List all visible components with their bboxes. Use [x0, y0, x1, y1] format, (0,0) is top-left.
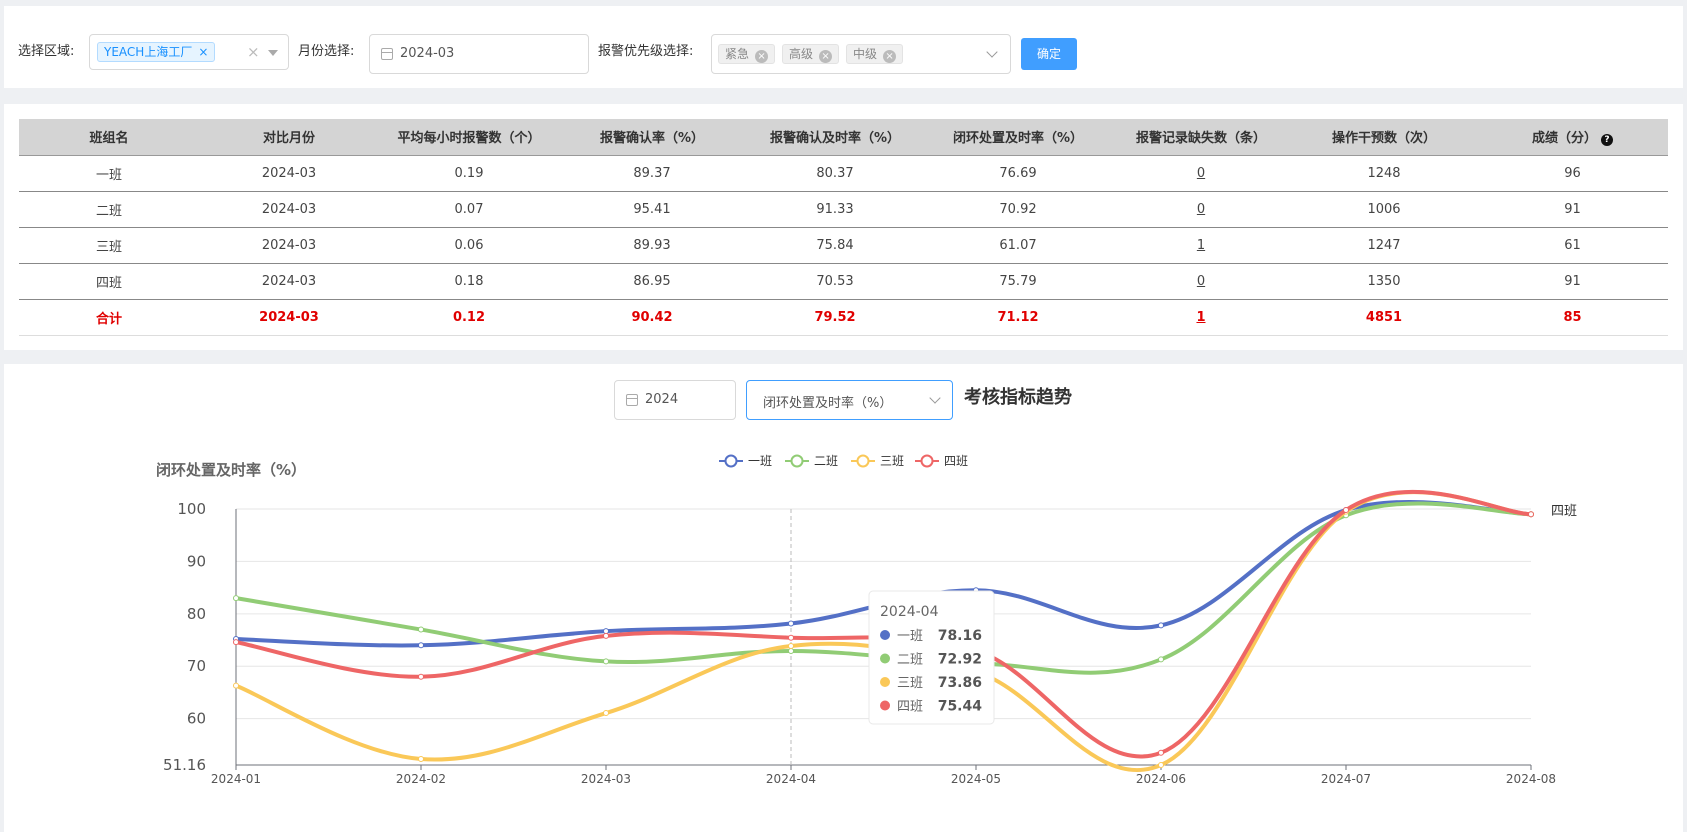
- legend-marker: [724, 454, 738, 468]
- x-tick-label: 2024-06: [1136, 772, 1186, 786]
- data-point[interactable]: [788, 620, 794, 627]
- data-point[interactable]: [788, 634, 794, 641]
- data-point[interactable]: [1528, 511, 1534, 518]
- y-tick-label: 90: [187, 552, 206, 570]
- legend-item[interactable]: 二班: [785, 454, 838, 468]
- legend-item[interactable]: 一班: [719, 454, 772, 468]
- x-tick-label: 2024-07: [1321, 772, 1371, 786]
- tooltip: 2024-04 一班 78.16 二班 72.92 三班 73.86 四班 75.44: [868, 590, 995, 725]
- data-point[interactable]: [418, 673, 424, 680]
- x-tick-label: 2024-03: [581, 772, 631, 786]
- y-tick-label: 70: [187, 657, 206, 675]
- data-point[interactable]: [418, 642, 424, 649]
- tooltip-value: 75.44: [938, 699, 983, 715]
- y-axis-label: 闭环处置及时率（%）: [156, 461, 306, 479]
- data-point[interactable]: [233, 682, 239, 689]
- tooltip-marker: [880, 700, 890, 711]
- data-point[interactable]: [603, 632, 609, 639]
- tooltip-marker: [880, 677, 890, 687]
- tooltip-value: 72.92: [938, 652, 982, 668]
- y-tick-label: 60: [187, 710, 206, 728]
- data-point[interactable]: [1343, 507, 1349, 514]
- legend-item[interactable]: 三班: [851, 454, 904, 468]
- data-point[interactable]: [1158, 622, 1164, 629]
- tooltip-series-name: 四班: [897, 700, 923, 715]
- tooltip-marker: [880, 630, 890, 640]
- x-tick-label: 2024-05: [951, 772, 1001, 786]
- x-tick-label: 2024-04: [766, 772, 816, 786]
- tooltip-series-name: 一班: [897, 629, 923, 644]
- legend-label: 四班: [944, 454, 968, 468]
- data-point[interactable]: [1158, 749, 1164, 756]
- legend-label: 二班: [814, 454, 838, 468]
- tooltip-value: 78.16: [938, 628, 982, 644]
- data-point[interactable]: [788, 647, 794, 654]
- trend-chart: 闭环处置及时率（%） 51.16 60 70 80 90 100 2024-01 2024-02…: [156, 454, 1577, 786]
- data-point[interactable]: [603, 658, 609, 665]
- x-tick-label: 2024-02: [396, 772, 446, 786]
- data-point[interactable]: [603, 710, 609, 717]
- data-point[interactable]: [1158, 762, 1164, 768]
- data-point[interactable]: [418, 626, 424, 633]
- data-point[interactable]: [233, 639, 239, 646]
- data-point[interactable]: [1158, 656, 1164, 663]
- tooltip-marker: [880, 653, 890, 664]
- legend-marker: [920, 454, 934, 468]
- x-tick-label: 2024-01: [211, 772, 261, 786]
- legend-label: 三班: [880, 454, 904, 468]
- y-tick-label: 100: [177, 500, 206, 518]
- legend-marker: [856, 454, 870, 468]
- legend-label: 一班: [748, 454, 772, 468]
- legend-marker: [790, 454, 804, 468]
- data-point[interactable]: [788, 643, 794, 650]
- tooltip-series-name: 三班: [897, 676, 923, 691]
- legend-item[interactable]: 四班: [915, 454, 968, 468]
- y-tick-label: 80: [187, 605, 206, 623]
- tooltip-series-name: 二班: [897, 653, 923, 668]
- series-end-label: 四班: [1551, 504, 1577, 519]
- x-tick-label: 2024-08: [1506, 772, 1556, 786]
- y-tick-label: 51.16: [163, 756, 206, 774]
- data-point[interactable]: [233, 595, 239, 602]
- tooltip-title: 2024-04: [880, 604, 939, 620]
- data-point[interactable]: [418, 756, 424, 763]
- tooltip-value: 73.86: [938, 675, 982, 691]
